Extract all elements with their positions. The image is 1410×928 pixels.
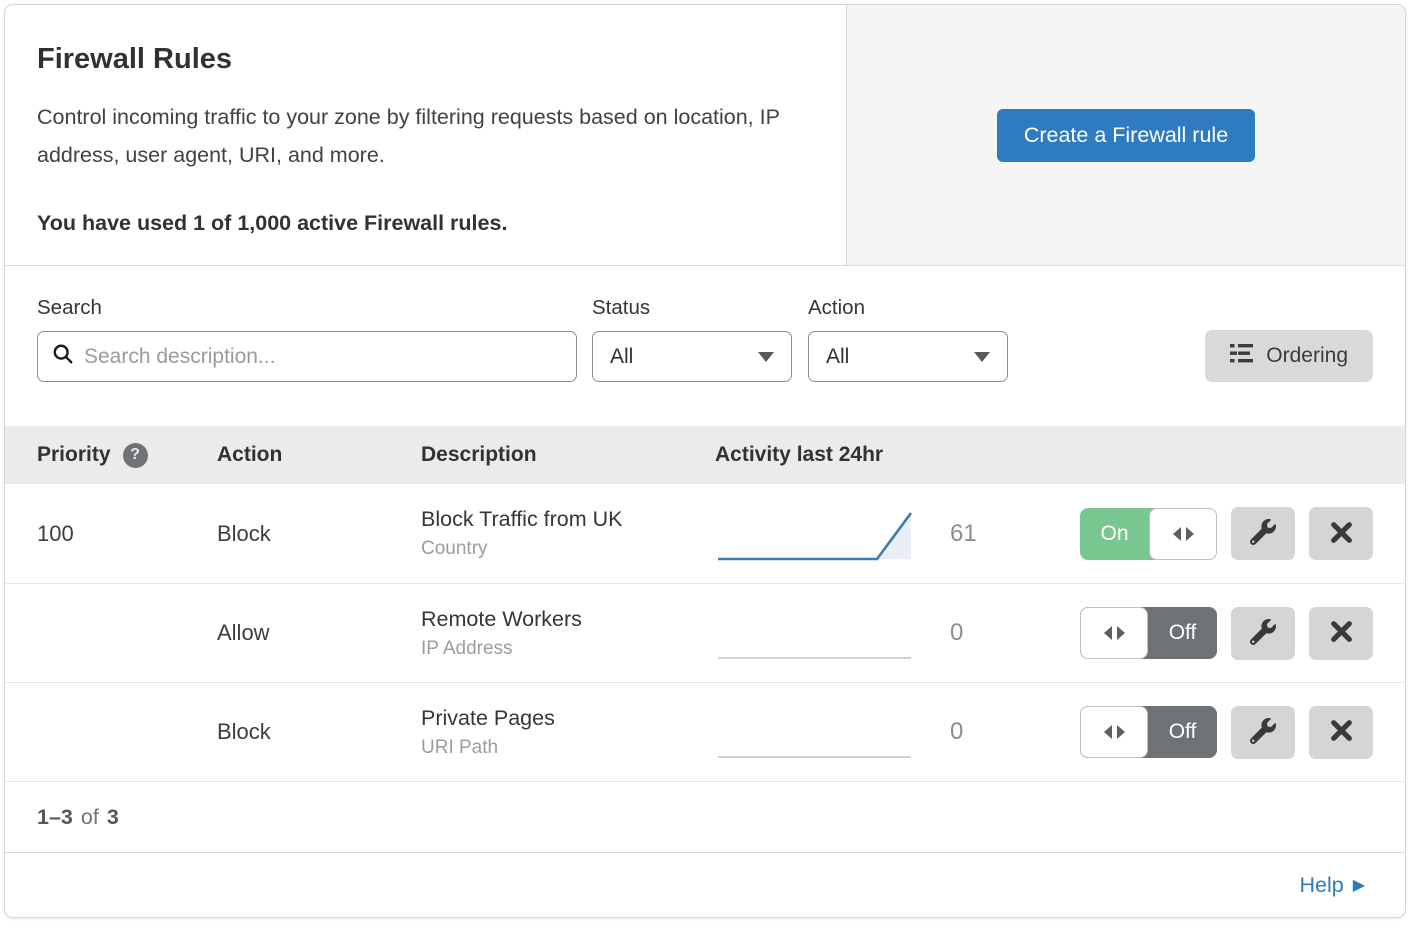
close-icon bbox=[1329, 520, 1354, 548]
table-row: Allow Remote Workers IP Address 0 bbox=[5, 583, 1405, 682]
help-link-label: Help bbox=[1299, 873, 1343, 898]
rules-table-body: 100 Block Block Traffic from UK Country … bbox=[5, 484, 1405, 781]
enable-toggle[interactable]: Off bbox=[1080, 607, 1217, 659]
rule-title: Private Pages bbox=[421, 706, 715, 731]
edit-rule-button[interactable] bbox=[1231, 507, 1295, 560]
rule-title: Remote Workers bbox=[421, 607, 715, 632]
rule-controls: On bbox=[1080, 507, 1373, 560]
enable-toggle[interactable]: On bbox=[1080, 508, 1217, 560]
wrench-icon bbox=[1250, 619, 1276, 648]
activity-count: 61 bbox=[950, 520, 1006, 548]
rule-action: Block bbox=[217, 521, 421, 547]
pagination-bar: 1–3 of 3 bbox=[5, 781, 1405, 852]
status-label: Status bbox=[592, 296, 808, 320]
header-action-panel: Create a Firewall rule bbox=[846, 5, 1405, 265]
page-description: Control incoming traffic to your zone by… bbox=[37, 98, 812, 175]
wrench-icon bbox=[1250, 718, 1276, 747]
rule-match-type: IP Address bbox=[421, 638, 715, 660]
activity-sparkline bbox=[715, 603, 920, 663]
table-row: 100 Block Block Traffic from UK Country … bbox=[5, 484, 1405, 583]
arrow-right-icon: ▶ bbox=[1353, 875, 1365, 895]
toggle-state-label: Off bbox=[1148, 706, 1217, 758]
rule-activity-cell: 0 Off bbox=[715, 603, 1373, 663]
activity-sparkline bbox=[715, 702, 920, 762]
create-firewall-rule-button[interactable]: Create a Firewall rule bbox=[997, 109, 1255, 162]
delete-rule-button[interactable] bbox=[1309, 706, 1373, 759]
chevron-down-icon bbox=[974, 352, 990, 362]
table-row: Block Private Pages URI Path 0 bbox=[5, 682, 1405, 781]
chevron-down-icon bbox=[758, 352, 774, 362]
column-action: Action bbox=[217, 443, 421, 467]
action-select[interactable]: All bbox=[808, 331, 1008, 382]
rule-controls: Off bbox=[1080, 607, 1373, 660]
pagination-of: of bbox=[81, 805, 99, 830]
column-activity: Activity last 24hr bbox=[715, 443, 1373, 467]
rule-match-type: Country bbox=[421, 538, 715, 560]
ordering-list-icon bbox=[1230, 343, 1253, 370]
pagination-total: 3 bbox=[107, 805, 119, 830]
rule-action: Block bbox=[217, 719, 421, 745]
ordering-button-label: Ordering bbox=[1266, 344, 1348, 368]
header-text-block: Firewall Rules Control incoming traffic … bbox=[5, 5, 846, 265]
ordering-button[interactable]: Ordering bbox=[1205, 330, 1373, 382]
rule-match-type: URI Path bbox=[421, 737, 715, 759]
rule-description: Remote Workers IP Address bbox=[421, 607, 715, 660]
column-priority: Priority ? bbox=[37, 443, 217, 468]
rule-activity-cell: 61 On bbox=[715, 504, 1373, 564]
action-label: Action bbox=[808, 296, 1024, 320]
activity-count: 0 bbox=[950, 619, 1006, 647]
toggle-handle-icon bbox=[1080, 706, 1148, 758]
toggle-handle-icon bbox=[1080, 607, 1148, 659]
search-input[interactable] bbox=[84, 345, 562, 369]
page-title: Firewall Rules bbox=[37, 43, 814, 76]
rule-title: Block Traffic from UK bbox=[421, 507, 715, 532]
column-description: Description bbox=[421, 443, 715, 467]
action-filter-group: Action All bbox=[808, 296, 1024, 382]
status-filter-group: Status All bbox=[592, 296, 808, 382]
wrench-icon bbox=[1250, 519, 1276, 548]
action-select-value: All bbox=[826, 345, 849, 369]
search-label: Search bbox=[37, 296, 577, 320]
delete-rule-button[interactable] bbox=[1309, 507, 1373, 560]
filter-bar: Search Status All Action All bbox=[5, 266, 1405, 426]
delete-rule-button[interactable] bbox=[1309, 607, 1373, 660]
rule-description: Private Pages URI Path bbox=[421, 706, 715, 759]
help-bar: Help ▶ bbox=[5, 852, 1405, 917]
close-icon bbox=[1329, 718, 1354, 746]
search-group: Search bbox=[37, 296, 577, 382]
status-select-value: All bbox=[610, 345, 633, 369]
edit-rule-button[interactable] bbox=[1231, 607, 1295, 660]
pagination-range: 1–3 bbox=[37, 805, 73, 830]
header-section: Firewall Rules Control incoming traffic … bbox=[5, 5, 1405, 266]
close-icon bbox=[1329, 619, 1354, 647]
edit-rule-button[interactable] bbox=[1231, 706, 1295, 759]
rule-priority: 100 bbox=[37, 521, 217, 547]
help-link[interactable]: Help ▶ bbox=[1299, 873, 1365, 898]
rule-controls: Off bbox=[1080, 706, 1373, 759]
priority-help-icon[interactable]: ? bbox=[123, 443, 148, 468]
activity-count: 0 bbox=[950, 718, 1006, 746]
toggle-state-label: Off bbox=[1148, 607, 1217, 659]
table-header: Priority ? Action Description Activity l… bbox=[5, 426, 1405, 484]
usage-note: You have used 1 of 1,000 active Firewall… bbox=[37, 211, 814, 236]
toggle-handle-icon bbox=[1149, 508, 1217, 560]
search-box bbox=[37, 331, 577, 382]
rule-activity-cell: 0 Off bbox=[715, 702, 1373, 762]
toggle-state-label: On bbox=[1080, 508, 1149, 560]
firewall-rules-panel: Firewall Rules Control incoming traffic … bbox=[4, 4, 1406, 918]
rule-action: Allow bbox=[217, 620, 421, 646]
activity-sparkline bbox=[715, 504, 920, 564]
rule-description: Block Traffic from UK Country bbox=[421, 507, 715, 560]
column-priority-label: Priority bbox=[37, 443, 111, 467]
search-icon bbox=[52, 343, 74, 370]
enable-toggle[interactable]: Off bbox=[1080, 706, 1217, 758]
status-select[interactable]: All bbox=[592, 331, 792, 382]
